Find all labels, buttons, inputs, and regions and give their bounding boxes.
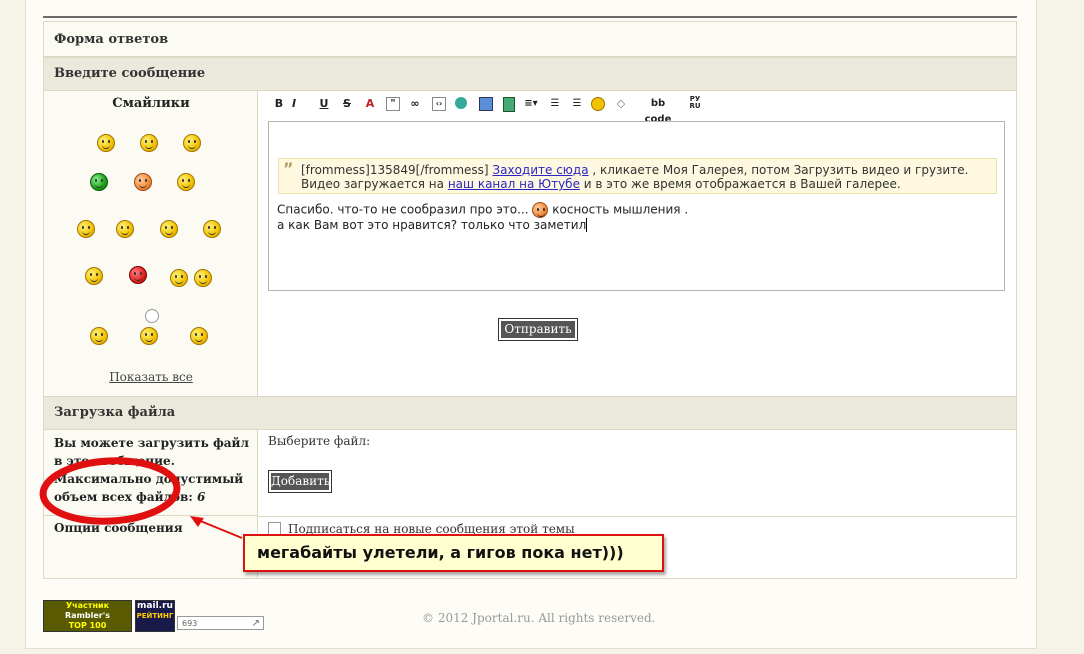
angry-smile-icon[interactable] <box>183 134 201 152</box>
sad-smile-icon[interactable] <box>160 220 178 238</box>
fight-smile-icon[interactable] <box>170 269 188 287</box>
show-all-link[interactable]: Показать все <box>44 370 258 384</box>
underline-button[interactable]: U <box>317 96 331 112</box>
censored-smile-icon[interactable] <box>129 266 147 284</box>
embedded-smiley-icon <box>532 202 549 218</box>
smilies-panel: Смайлики Показать все <box>44 91 258 397</box>
upload-header-bar: Загрузка файла <box>44 396 1016 430</box>
text-cursor: ​ <box>586 218 588 232</box>
talk-smile-icon[interactable] <box>77 220 95 238</box>
chat-smile-icon[interactable] <box>116 220 134 238</box>
add-file-button[interactable]: Добавить <box>268 470 332 493</box>
bullet-list-icon[interactable]: ☰ <box>570 96 584 112</box>
quote-mark-icon: ” <box>283 159 294 178</box>
message-header-bar: Введите сообщение <box>44 57 1016 91</box>
video-icon[interactable] <box>503 97 515 112</box>
arrow-icon: ↗ <box>251 618 260 629</box>
smile-icon[interactable] <box>97 134 115 152</box>
cry-smile-icon[interactable] <box>85 267 103 285</box>
annotation-drawing <box>39 457 243 539</box>
fight2-smile-icon[interactable] <box>194 269 212 287</box>
translit-button[interactable]: РУ RU <box>688 96 702 112</box>
form-title: Форма ответов <box>54 32 169 47</box>
form-title-bar: Форма ответов <box>44 22 1016 57</box>
annotation-callout: мегабайты улетели, а гигов пока нет))) <box>243 534 664 572</box>
blush-smile-icon[interactable] <box>134 173 152 191</box>
bold-button[interactable]: B <box>272 96 286 112</box>
lightbulb-icon <box>145 309 159 323</box>
rambler-top100-badge[interactable]: Участник Rambler's TOP 100 <box>43 600 132 632</box>
quote-block: ” [frommess]135849[/frommess] Заходите с… <box>278 158 997 194</box>
angel-smile-icon[interactable] <box>140 134 158 152</box>
counter-badge[interactable]: 693 ↗ <box>177 616 264 630</box>
message-header: Введите сообщение <box>54 66 206 81</box>
strong-smile-icon[interactable] <box>90 327 108 345</box>
youtube-link[interactable]: наш канал на Ютубе <box>448 177 580 191</box>
italic-button[interactable]: I <box>287 96 301 112</box>
font-color-icon[interactable]: A <box>363 96 377 112</box>
tongue-smile-icon[interactable] <box>177 173 195 191</box>
quote-icon[interactable]: " <box>386 97 400 111</box>
submit-button[interactable]: Отправить » <box>498 318 578 353</box>
code-icon[interactable]: ‹› <box>432 97 446 111</box>
link-icon[interactable] <box>455 97 467 109</box>
upload-header: Загрузка файла <box>54 405 176 420</box>
idea-smile-icon[interactable] <box>140 327 158 345</box>
message-text: Спасибо. что-то не сообразил про это... … <box>277 202 689 232</box>
party-smile-icon[interactable] <box>203 220 221 238</box>
mailru-rating-badge[interactable]: mail.ru РЕЙТИНГ <box>135 600 175 632</box>
hide-icon[interactable]: ∞ <box>408 96 422 112</box>
image-icon[interactable] <box>479 97 493 111</box>
message-textarea[interactable]: ” [frommess]135849[/frommess] Заходите с… <box>268 121 1005 291</box>
eraser-icon[interactable]: ◇ <box>614 96 628 112</box>
strike-button[interactable]: S <box>340 96 354 112</box>
shy-smile-icon[interactable] <box>190 327 208 345</box>
gallery-link[interactable]: Заходите сюда <box>492 163 588 177</box>
grin-smile-icon[interactable] <box>90 173 108 191</box>
numbered-list-icon[interactable]: ☰ <box>548 96 562 112</box>
choose-file-label: Выберите файл: <box>268 434 371 448</box>
bbcode-button[interactable]: bb code <box>640 96 676 125</box>
smilies-title: Смайлики <box>112 96 190 111</box>
annotation-ellipse <box>39 457 181 525</box>
annotation-arrow-line <box>197 519 243 539</box>
align-icon[interactable]: ≡▾ <box>524 96 538 112</box>
smiley-menu-icon[interactable] <box>590 96 606 112</box>
copyright: © 2012 Jportal.ru. All rights reserved. <box>422 611 656 625</box>
